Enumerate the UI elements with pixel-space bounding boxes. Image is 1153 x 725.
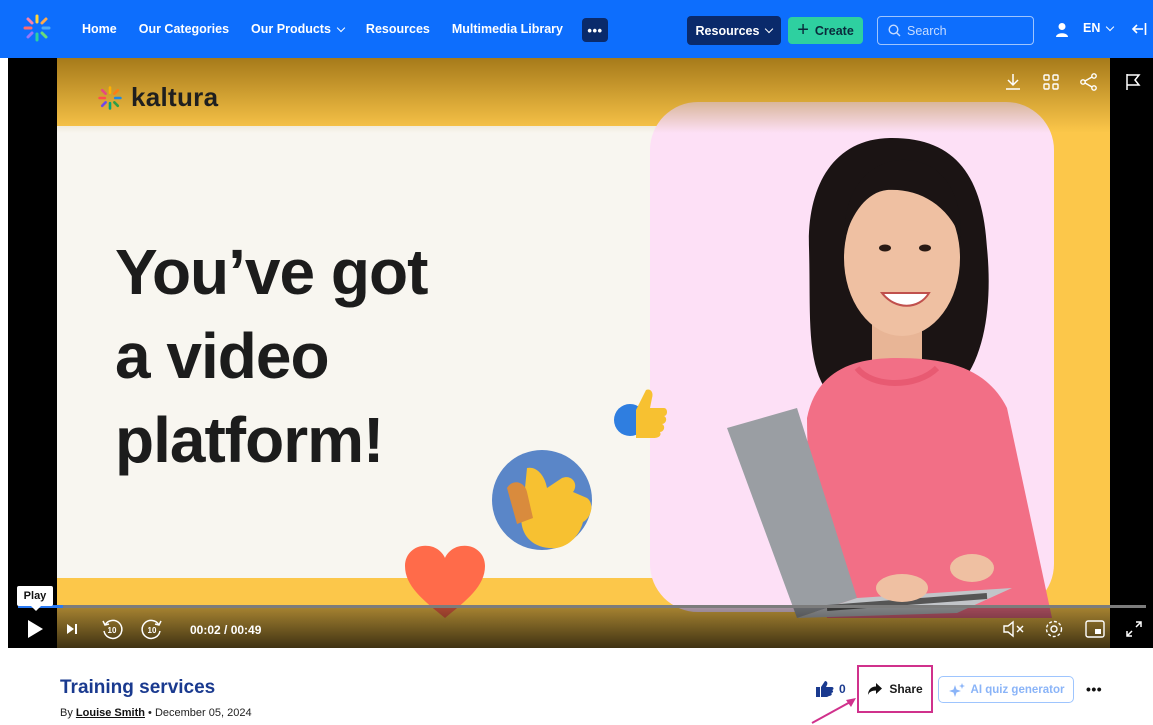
- top-navigation-bar: Home Our Categories Our Products Resourc…: [0, 0, 1153, 58]
- rewind-seconds: 10: [108, 626, 117, 635]
- search-input[interactable]: [907, 23, 1027, 38]
- media-title: Training services: [60, 677, 216, 698]
- create-button-label: Create: [814, 23, 854, 38]
- language-selector[interactable]: EN: [1083, 21, 1115, 35]
- resources-button-label: Resources: [695, 23, 760, 38]
- forward-10-icon[interactable]: 10: [140, 617, 164, 641]
- chevron-down-icon: [765, 24, 774, 34]
- annotation-arrow-icon: [811, 698, 856, 724]
- share-nodes-icon[interactable]: [1079, 72, 1099, 92]
- search-box[interactable]: [877, 16, 1034, 45]
- playback-time: 00:02 / 00:49: [190, 623, 262, 637]
- woman-with-laptop-image: [727, 138, 1052, 618]
- share-arrow-icon: [868, 683, 883, 695]
- play-icon[interactable]: [26, 619, 44, 639]
- sparkle-icon: [948, 682, 965, 697]
- slide-headline: You’ve got a video platform!: [115, 230, 565, 482]
- byline-prefix: By: [60, 707, 73, 719]
- headline-line-2: a video: [115, 320, 330, 392]
- resources-dropdown-button[interactable]: Resources: [687, 16, 781, 45]
- grid-icon[interactable]: [1041, 72, 1061, 92]
- media-byline: By Louise Smith • December 05, 2024: [60, 707, 252, 719]
- forward-seconds: 10: [148, 626, 157, 635]
- headline-line-1: You’ve got: [115, 236, 428, 308]
- settings-gear-icon[interactable]: [1044, 619, 1064, 639]
- play-tooltip: Play: [17, 586, 53, 611]
- brand-name: kaltura: [131, 82, 219, 112]
- nav-resources[interactable]: Resources: [366, 22, 430, 36]
- player-top-controls: [1003, 72, 1143, 92]
- chevron-down-icon: [1106, 22, 1115, 31]
- byline-separator: •: [148, 707, 152, 719]
- language-label: EN: [1083, 21, 1101, 35]
- picture-in-picture-icon[interactable]: [1085, 620, 1105, 638]
- clapping-hands-emoji-icon: [492, 450, 592, 550]
- kaltura-logo-icon: [98, 85, 122, 110]
- nav-our-categories[interactable]: Our Categories: [139, 22, 229, 36]
- nav-more-button[interactable]: •••: [582, 18, 608, 42]
- nav-home[interactable]: Home: [82, 22, 117, 36]
- share-button[interactable]: Share: [857, 665, 933, 713]
- nav-our-products[interactable]: Our Products: [251, 22, 346, 36]
- download-icon[interactable]: [1003, 72, 1023, 92]
- progress-bar[interactable]: [18, 605, 1146, 608]
- player-control-bar: [8, 608, 1153, 648]
- kaltura-brand: kaltura: [97, 82, 218, 113]
- ai-quiz-generator-button[interactable]: AI quiz generator: [938, 676, 1074, 703]
- author-link[interactable]: Louise Smith: [76, 707, 145, 719]
- collapse-sidebar-icon[interactable]: [1131, 21, 1147, 37]
- user-icon[interactable]: [1055, 22, 1069, 38]
- quiz-label: AI quiz generator: [970, 683, 1065, 696]
- more-actions-button[interactable]: •••: [1086, 681, 1102, 697]
- nav-our-products-label: Our Products: [251, 22, 331, 36]
- fullscreen-icon[interactable]: [1124, 619, 1144, 639]
- share-label: Share: [889, 682, 923, 696]
- kaltura-logo-icon[interactable]: [22, 13, 52, 43]
- mute-icon[interactable]: [1002, 620, 1026, 638]
- video-player[interactable]: kaltura You’ve got a video platform! Pla…: [8, 58, 1153, 648]
- flag-icon[interactable]: [1123, 72, 1143, 92]
- nav-multimedia-library[interactable]: Multimedia Library: [452, 22, 563, 36]
- create-button[interactable]: + Create: [788, 17, 863, 44]
- nav-links: Home Our Categories Our Products Resourc…: [82, 0, 585, 58]
- like-count: 0: [839, 682, 846, 696]
- video-frame: kaltura You’ve got a video platform!: [57, 58, 1110, 648]
- plus-icon: +: [797, 18, 809, 41]
- next-icon[interactable]: [66, 623, 78, 635]
- search-icon: [888, 24, 901, 37]
- rewind-10-icon[interactable]: 10: [100, 617, 124, 641]
- chevron-down-icon: [336, 23, 346, 32]
- publish-date: December 05, 2024: [154, 707, 252, 719]
